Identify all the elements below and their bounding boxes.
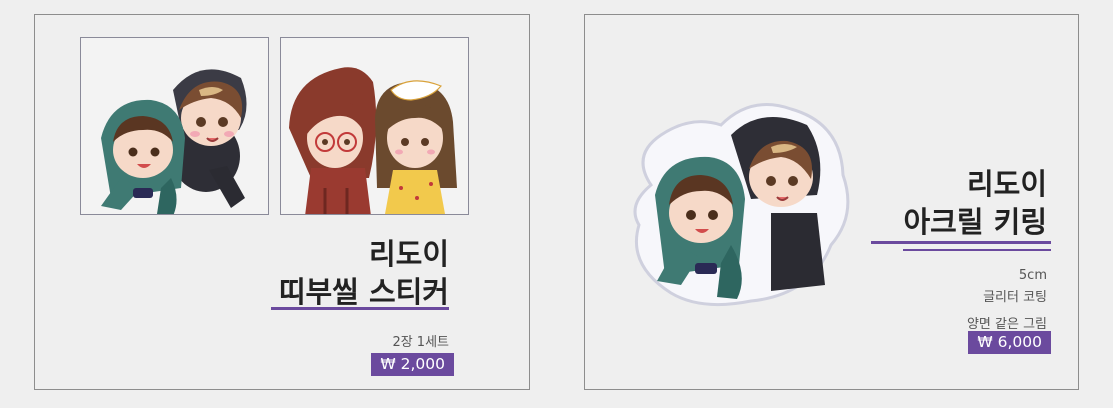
sticker-quantity: 2장 1세트	[392, 335, 449, 350]
keyring-title-underline-secondary	[903, 249, 1051, 251]
chibi-duo-illustration	[101, 69, 247, 214]
sticker-title-line2: 띠부씰 스티커	[278, 275, 449, 309]
sticker-title: 리도이 띠부씰 스티커	[279, 235, 449, 311]
chibi-pair-illustration	[289, 67, 457, 214]
keyring-title-underline	[871, 241, 1051, 244]
keyring-size: 5cm	[1018, 268, 1047, 283]
keyring-title-line2: 아크릴 키링	[903, 205, 1048, 239]
sticker-image-2	[280, 37, 469, 215]
acrylic-keyring-illustration	[633, 103, 850, 307]
keyring-title: 리도이 아크릴 키링	[904, 165, 1048, 241]
sticker-price-badge: ₩ 2,000	[371, 353, 454, 376]
sticker-title-underline	[271, 307, 449, 310]
sticker-image-1	[80, 37, 269, 215]
keyring-coating: 글리터 코팅	[983, 290, 1047, 305]
sticker-title-line1: 리도이	[368, 237, 449, 271]
keyring-print: 양면 같은 그림	[966, 317, 1047, 332]
keyring-product-card: 리도이 아크릴 키링 5cm 글리터 코팅 양면 같은 그림 ₩ 6,000	[584, 14, 1079, 390]
keyring-title-line1: 리도이	[966, 167, 1047, 201]
sticker-product-card: 리도이 띠부씰 스티커 2장 1세트 ₩ 2,000	[34, 14, 530, 390]
keyring-price-badge: ₩ 6,000	[968, 331, 1051, 354]
